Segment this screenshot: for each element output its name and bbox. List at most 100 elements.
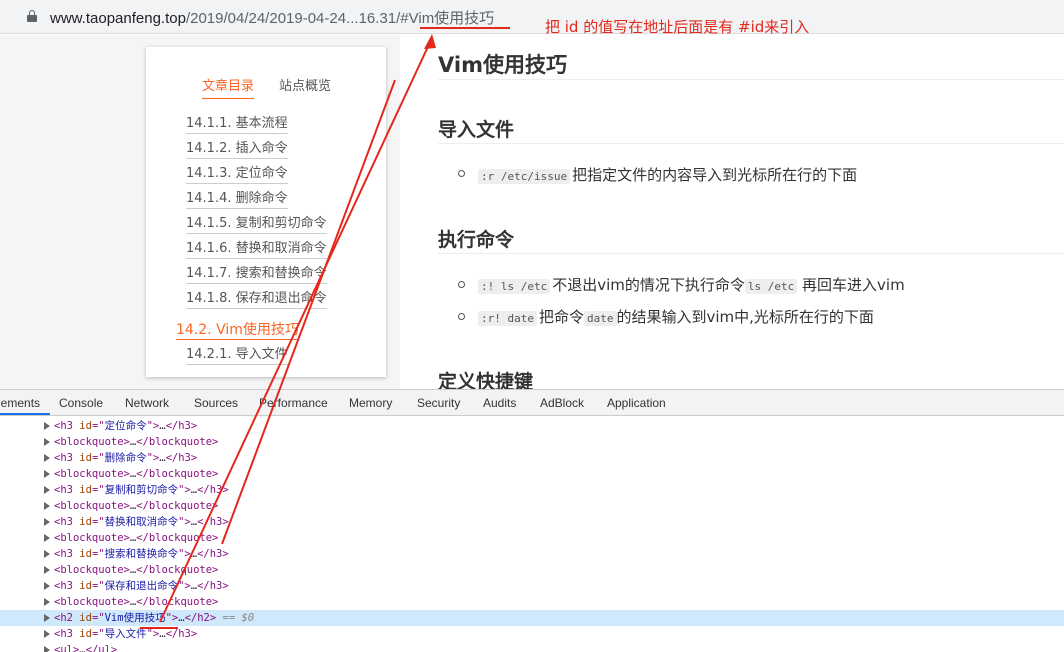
dom-node-row[interactable]: <h3 id="定位命令">…</h3> <box>0 418 1064 434</box>
toc-item[interactable]: 14.2.1. 导入文件 <box>186 346 288 365</box>
section-heading: 导入文件 <box>438 119 515 141</box>
devtools-tab-bar: Elements Console Network Sources Perform… <box>0 390 1064 416</box>
active-tab-indicator <box>0 413 50 415</box>
url-host: www.taopanfeng.top <box>50 10 186 27</box>
dom-node-row[interactable]: <blockquote>…</blockquote> <box>0 498 1064 514</box>
dom-node-row[interactable]: <ul>…</ul> <box>0 642 1064 652</box>
section-divider <box>438 143 1064 144</box>
toc-tabs: 文章目录 站点概览 <box>146 75 386 99</box>
dom-node-row[interactable]: <h2 id="Vim使用技巧">…</h2> == $0 <box>0 610 1064 626</box>
expand-triangle-icon[interactable] <box>44 630 50 638</box>
tab-memory[interactable]: Memory <box>349 396 392 410</box>
section-heading: 定义快捷键 <box>438 371 534 389</box>
dom-node-row[interactable]: <h3 id="保存和退出命令">…</h3> <box>0 578 1064 594</box>
expand-triangle-icon[interactable] <box>44 518 50 526</box>
page-viewport: 文章目录 站点概览 14.1.1. 基本流程 14.1.2. 插入命令 14.1… <box>0 35 1064 389</box>
list-item-text: 的结果输入到vim中,光标所在行的下面 <box>616 308 874 326</box>
expand-triangle-icon[interactable] <box>44 566 50 574</box>
inline-code: :r /etc/issue <box>478 169 571 184</box>
list-item-text: 再回车进入vim <box>797 276 905 294</box>
tab-performance[interactable]: Performance <box>259 396 328 410</box>
dom-node-row[interactable]: <blockquote>…</blockquote> <box>0 466 1064 482</box>
bullet-icon <box>458 313 465 320</box>
dom-node-row[interactable]: <blockquote>…</blockquote> <box>0 562 1064 578</box>
bullet-icon <box>458 281 465 288</box>
tab-audits[interactable]: Audits <box>483 396 516 410</box>
tab-security[interactable]: Security <box>417 396 460 410</box>
dom-node-text: <h2 id="Vim使用技巧">…</h2> == $0 <box>54 612 255 624</box>
expand-triangle-icon[interactable] <box>44 646 50 652</box>
article-content: Vim使用技巧 导入文件 :r /etc/issue 把指定文件的内容导入到光标所… <box>400 35 1064 389</box>
toc-item[interactable]: 14.1.2. 插入命令 <box>186 140 288 159</box>
dom-node-text: <blockquote>…</blockquote> <box>54 596 219 608</box>
page-title: Vim使用技巧 <box>438 53 567 77</box>
expand-triangle-icon[interactable] <box>44 598 50 606</box>
dom-node-text: <blockquote>…</blockquote> <box>54 564 219 576</box>
tab-network[interactable]: Network <box>125 396 169 410</box>
toc-item[interactable]: 14.1.6. 替换和取消命令 <box>186 240 327 259</box>
toc-item[interactable]: 14.1.8. 保存和退出命令 <box>186 290 327 309</box>
dom-node-text: <h3 id="保存和退出命令">…</h3> <box>54 580 229 592</box>
inline-code: ls /etc <box>744 279 798 294</box>
dom-node-row[interactable]: <h3 id="复制和剪切命令">…</h3> <box>0 482 1064 498</box>
dom-node-row[interactable]: <h3 id="导入文件">…</h3> <box>0 626 1064 642</box>
dom-node-row[interactable]: <h3 id="删除命令">…</h3> <box>0 450 1064 466</box>
expand-triangle-icon[interactable] <box>44 486 50 494</box>
list-item-text: 把指定文件的内容导入到光标所在行的下面 <box>572 166 858 184</box>
expand-triangle-icon[interactable] <box>44 502 50 510</box>
annotation-text: 把 id 的值写在地址后面是有 #id来引入 <box>545 18 810 36</box>
dom-node-row[interactable]: <blockquote>…</blockquote> <box>0 594 1064 610</box>
tab-elements[interactable]: Elements <box>0 396 40 410</box>
tab-application[interactable]: Application <box>607 396 666 410</box>
dom-node-row[interactable]: <h3 id="搜索和替换命令">…</h3> <box>0 546 1064 562</box>
dom-node-text: <h3 id="复制和剪切命令">…</h3> <box>54 484 229 496</box>
toc-item[interactable]: 14.1.4. 删除命令 <box>186 190 288 209</box>
bullet-icon <box>458 170 465 177</box>
expand-triangle-icon[interactable] <box>44 470 50 478</box>
section-divider <box>438 253 1064 254</box>
dom-node-text: <blockquote>…</blockquote> <box>54 468 219 480</box>
tab-console[interactable]: Console <box>59 396 103 410</box>
expand-triangle-icon[interactable] <box>44 422 50 430</box>
expand-triangle-icon[interactable] <box>44 582 50 590</box>
toc-sidebar: 文章目录 站点概览 14.1.1. 基本流程 14.1.2. 插入命令 14.1… <box>146 47 386 377</box>
dom-node-row[interactable]: <blockquote>…</blockquote> <box>0 434 1064 450</box>
dom-node-text: <h3 id="替换和取消命令">…</h3> <box>54 516 229 528</box>
url-text[interactable]: www.taopanfeng.top/2019/04/24/2019-04-24… <box>50 7 494 28</box>
url-path: /2019/04/24/2019-04-24...16.31/#Vim使用技巧 <box>185 10 495 27</box>
list-item-text: 不退出vim的情况下执行命令 <box>552 276 745 294</box>
dom-node-text: <blockquote>…</blockquote> <box>54 436 219 448</box>
expand-triangle-icon[interactable] <box>44 550 50 558</box>
list-item-text: 把命令 <box>538 308 584 326</box>
toc-item[interactable]: 14.1.3. 定位命令 <box>186 165 288 184</box>
expand-triangle-icon[interactable] <box>44 454 50 462</box>
address-bar[interactable]: www.taopanfeng.top/2019/04/24/2019-04-24… <box>0 0 1064 34</box>
inline-code: :r! date <box>478 311 537 326</box>
list-item: :r /etc/issue 把指定文件的内容导入到光标所在行的下面 <box>478 164 857 185</box>
url-fragment-underline <box>420 27 510 29</box>
dom-node-text: <h3 id="导入文件">…</h3> <box>54 628 198 640</box>
list-item: :! ls /etc 不退出vim的情况下执行命令 ls /etc 再回车进入vim <box>478 274 905 295</box>
toc-item[interactable]: 14.1.7. 搜索和替换命令 <box>186 265 327 284</box>
expand-triangle-icon[interactable] <box>44 534 50 542</box>
dom-node-row[interactable]: <h3 id="替换和取消命令">…</h3> <box>0 514 1064 530</box>
toc-item[interactable]: 14.1.1. 基本流程 <box>186 115 288 134</box>
expand-triangle-icon[interactable] <box>44 614 50 622</box>
tab-site-overview[interactable]: 站点概览 <box>279 75 331 94</box>
devtools-panel: Elements Console Network Sources Perform… <box>0 389 1064 652</box>
dom-node-text: <blockquote>…</blockquote> <box>54 532 219 544</box>
dom-node-text: <h3 id="定位命令">…</h3> <box>54 420 198 432</box>
title-divider <box>438 79 1064 80</box>
toc-item[interactable]: 14.1.5. 复制和剪切命令 <box>186 215 327 234</box>
tab-adblock[interactable]: AdBlock <box>540 396 584 410</box>
toc-item-active[interactable]: 14.2. Vim使用技巧 <box>176 321 299 340</box>
dom-node-text: <ul>…</ul> <box>54 644 118 652</box>
expand-triangle-icon[interactable] <box>44 438 50 446</box>
inline-code: :! ls /etc <box>478 279 551 294</box>
dom-node-row[interactable]: <blockquote>…</blockquote> <box>0 530 1064 546</box>
tab-article-toc[interactable]: 文章目录 <box>202 75 255 99</box>
tab-sources[interactable]: Sources <box>194 396 238 410</box>
lock-icon[interactable] <box>27 10 37 22</box>
inline-code: date <box>584 311 617 326</box>
list-item: :r! date 把命令 date 的结果输入到vim中,光标所在行的下面 <box>478 306 874 327</box>
